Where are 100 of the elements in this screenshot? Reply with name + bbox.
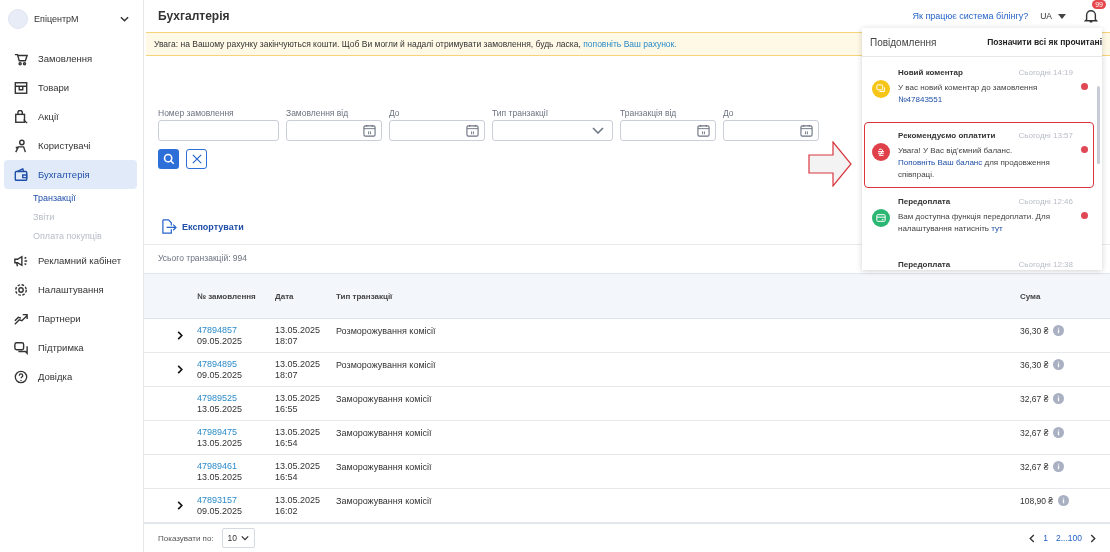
pointer-arrow	[808, 141, 852, 187]
nav-item[interactable]: Бухгалтерія	[4, 160, 137, 189]
clear-button[interactable]	[186, 149, 207, 170]
expand-chevron-icon[interactable]	[177, 365, 183, 375]
filter-label: До	[389, 108, 401, 119]
nav-item[interactable]: Рекламний кабінет	[4, 246, 137, 275]
table-cell-text: 13.05.2025	[197, 472, 244, 483]
notification-link[interactable]: Поповніть Ваш баланс	[898, 158, 983, 167]
expand-chevron-icon[interactable]	[177, 331, 183, 341]
input-field[interactable]	[158, 120, 279, 142]
nav-item[interactable]: Підтримка	[4, 333, 137, 362]
bell-icon[interactable]	[1084, 9, 1098, 24]
info-icon[interactable]	[1053, 359, 1065, 371]
notification-link[interactable]: №47843551	[898, 95, 943, 104]
chevron-down-icon	[592, 127, 604, 135]
order-link[interactable]: 47894895	[197, 359, 275, 370]
notification-text: У вас новий коментар до замовлення №47843551	[898, 82, 1039, 106]
date-field[interactable]	[620, 120, 716, 142]
info-icon[interactable]	[1053, 427, 1065, 439]
notification-time: Сьогодні 12:46	[1018, 197, 1073, 206]
notification-title: Передоплата	[898, 260, 951, 269]
export-link[interactable]: Експортувати	[160, 219, 244, 235]
mark-all-read-link[interactable]: Позначити всі як прочитані	[987, 37, 1102, 47]
calendar-icon[interactable]	[466, 124, 479, 138]
nav-item[interactable]: Замовлення	[4, 44, 137, 73]
page-title: Бухгалтерія	[158, 9, 230, 24]
previous-page-icon[interactable]	[1029, 533, 1036, 543]
close-icon	[191, 154, 202, 165]
table-cell-text: 13.05.2025	[197, 438, 244, 449]
info-icon[interactable]	[1058, 495, 1070, 507]
notification-title: Рекомендуємо оплатити	[898, 131, 996, 140]
submenu-item[interactable]: Транзакції	[4, 189, 137, 208]
box-icon	[14, 80, 28, 95]
table-cell-text: 18:07	[275, 370, 299, 381]
notification-item[interactable]: Рекомендуємо оплатити Сьогодні 13:57 Увага! У Вас від'ємний баланс. Поповніть Ваш баланс для продовження співпраці.	[864, 122, 1094, 188]
table-cell-text: Заморожування комісії	[336, 461, 433, 473]
next-page-icon[interactable]	[1090, 533, 1096, 543]
table-cell: 32,67 ₴	[1020, 461, 1049, 472]
table-cell: 108,90 ₴	[1020, 495, 1054, 506]
search-button[interactable]	[158, 149, 179, 170]
info-icon[interactable]	[1053, 393, 1065, 405]
nav-item[interactable]: Довідка	[4, 362, 137, 391]
table-cell-text: 13.05.2025	[275, 325, 322, 336]
expand-chevron-icon[interactable]	[177, 501, 183, 511]
column-header: Тип транзакції	[336, 291, 394, 301]
nav-item[interactable]: Товари	[4, 73, 137, 102]
search-icon	[162, 153, 175, 166]
comment-icon	[872, 80, 890, 98]
table-cell-text: 13.05.2025	[275, 461, 322, 472]
chat-icon	[14, 340, 28, 355]
page-link[interactable]: 2...100	[1056, 533, 1082, 544]
table-cell-text: 13.05.2025	[275, 359, 322, 370]
date-field[interactable]	[723, 120, 819, 142]
page-link[interactable]: 1	[1043, 533, 1048, 544]
chevron-down-icon	[241, 535, 250, 542]
table-cell-text: 13.05.2025	[275, 495, 322, 506]
date-field[interactable]	[389, 120, 485, 142]
table-cell-text: 13.05.2025	[275, 393, 322, 404]
filter-label: Номер замовлення	[158, 108, 235, 119]
order-link[interactable]: 47893157	[197, 495, 275, 506]
table-cell-text: 16:55	[275, 404, 299, 415]
date-field[interactable]	[286, 120, 382, 142]
table-cell-text: 16:54	[275, 438, 299, 449]
notification-time: Сьогодні 13:57	[1018, 131, 1073, 140]
notification-title: Передоплата	[898, 197, 951, 206]
table-cell-text: Заморожування комісії	[336, 427, 433, 439]
calendar-icon[interactable]	[363, 124, 376, 138]
order-link[interactable]: 47894857	[197, 325, 275, 336]
info-icon[interactable]	[1053, 325, 1065, 337]
calendar-icon[interactable]	[697, 124, 710, 138]
calendar-icon[interactable]	[800, 124, 813, 138]
table-cell-text: 16:54	[275, 472, 299, 483]
table-cell-text: Розморожування комісії	[336, 325, 437, 337]
caret-down-icon	[1058, 13, 1066, 19]
nav-item[interactable]: Користувачі	[4, 131, 137, 160]
chevron-down-icon[interactable]	[120, 16, 129, 22]
scrollbar[interactable]	[1097, 86, 1100, 164]
filter-label: Транзакція від	[620, 108, 678, 119]
cart-icon	[14, 51, 28, 66]
order-link[interactable]: 47989461	[197, 461, 275, 472]
payment-icon	[872, 143, 890, 161]
billing-help-link[interactable]: Як працює система білінгу?	[912, 11, 1029, 22]
dropdown-field[interactable]	[492, 120, 613, 142]
order-link[interactable]: 47989475	[197, 427, 275, 438]
nav-item[interactable]: Партнери	[4, 304, 137, 333]
notification-item[interactable]: Новий коментар Сьогодні 14:19 У вас новий коментар до замовлення №47843551	[864, 59, 1094, 122]
help-icon	[14, 369, 28, 384]
language-selector[interactable]: UA	[1040, 11, 1066, 22]
nav-item[interactable]: Акції	[4, 102, 137, 131]
table-cell: 32,67 ₴	[1020, 427, 1049, 438]
table-cell-text: Заморожування комісії	[336, 495, 433, 507]
top-up-link[interactable]: поповніть Ваш рахунок.	[583, 39, 677, 50]
page-size-select[interactable]: 10	[221, 528, 256, 549]
nav-item[interactable]: Налаштування	[4, 275, 137, 304]
notification-text: Увага! У Вас від'ємний баланс. Поповніть Ваш баланс для продовження співпраці.	[898, 145, 1051, 181]
prepay-icon	[872, 209, 890, 227]
notification-link[interactable]: тут	[991, 224, 1003, 233]
notification-item[interactable]: Передоплата Сьогодні 12:38	[864, 251, 1094, 270]
order-link[interactable]: 47989525	[197, 393, 275, 404]
info-icon[interactable]	[1053, 461, 1065, 473]
